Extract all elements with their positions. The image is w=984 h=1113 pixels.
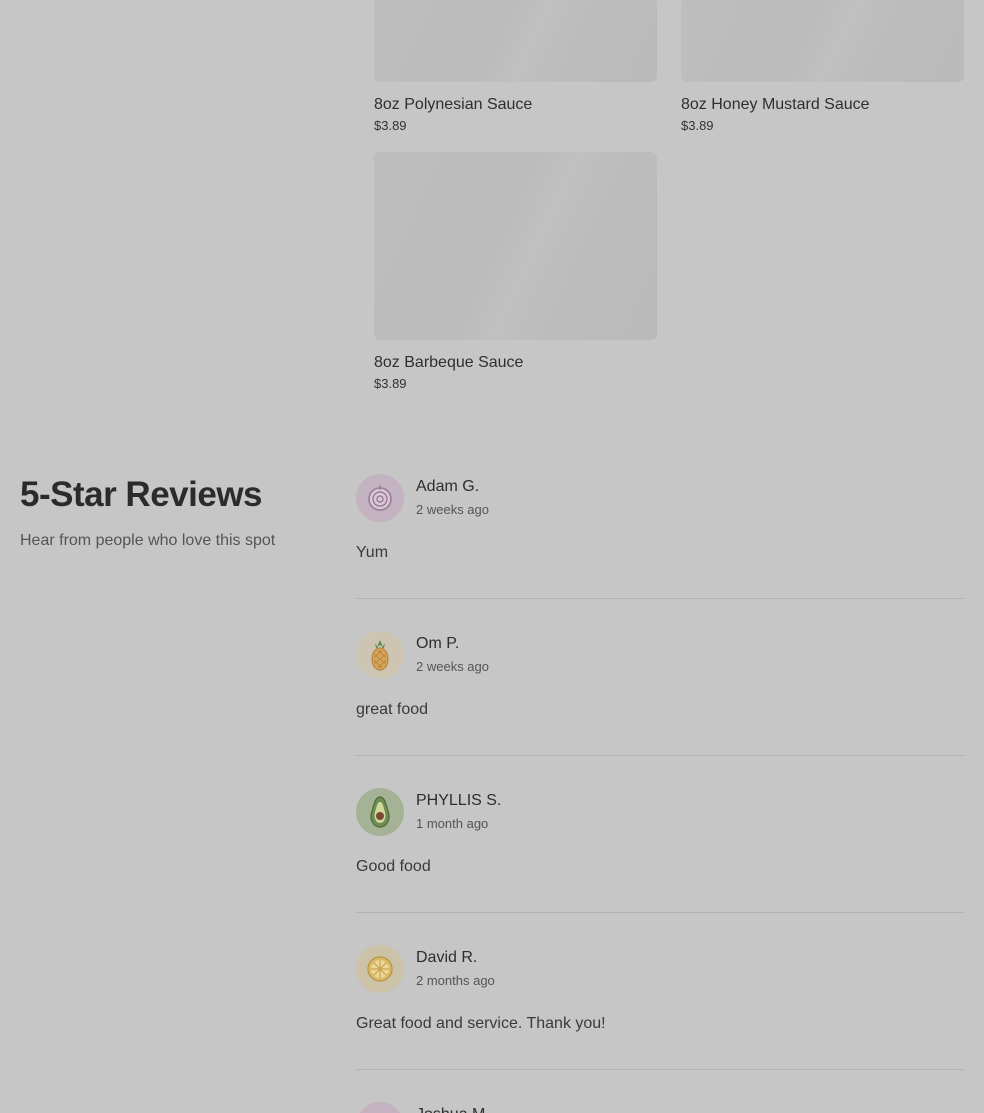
product-image[interactable] (681, 0, 964, 82)
product-price: $3.89 (681, 118, 714, 133)
product-card[interactable]: 8oz Barbeque Sauce $3.89 (374, 152, 658, 392)
review-time: 1 month ago (416, 816, 489, 831)
review-text: Yum (356, 544, 389, 561)
lemon-icon (367, 956, 393, 982)
divider (356, 755, 964, 756)
product-image[interactable] (374, 0, 657, 82)
reviewer-avatar (356, 1102, 404, 1113)
divider (356, 1069, 964, 1070)
page: 8oz Polynesian Sauce $3.89 8oz Honey Mus… (0, 0, 984, 1113)
divider (356, 912, 964, 913)
review-time: 2 weeks ago (416, 659, 489, 674)
review-item: PHYLLIS S. 1 month ago Good food (356, 788, 964, 945)
review-text: great food (356, 701, 429, 718)
product-price: $3.89 (374, 118, 407, 133)
reviewer-name: Adam G. (416, 478, 480, 495)
product-card[interactable]: 8oz Honey Mustard Sauce $3.89 (681, 0, 965, 134)
reviews-subtitle: Hear from people who love this spot (20, 532, 276, 549)
product-card[interactable]: 8oz Polynesian Sauce $3.89 (374, 0, 658, 134)
reviewer-name: Joshua M. (416, 1105, 490, 1113)
product-name[interactable]: 8oz Polynesian Sauce (374, 95, 658, 115)
review-time: 2 weeks ago (416, 502, 489, 517)
product-image[interactable] (374, 152, 657, 340)
review-item: Om P. 2 weeks ago great food (356, 631, 964, 788)
onion-icon (368, 485, 392, 511)
reviewer-avatar (356, 631, 404, 679)
reviewer-avatar (356, 788, 404, 836)
reviews-title: 5-Star Reviews (20, 475, 263, 514)
reviewer-avatar (356, 945, 404, 993)
product-price: $3.89 (374, 376, 407, 391)
pineapple-icon (371, 640, 389, 671)
reviewer-name: PHYLLIS S. (416, 792, 502, 809)
divider (356, 598, 964, 599)
review-text: Good food (356, 858, 431, 875)
reviewer-avatar (356, 474, 404, 522)
review-item: Joshua M. (356, 1102, 964, 1113)
reviewer-name: Om P. (416, 635, 460, 652)
review-item: Adam G. 2 weeks ago Yum (356, 474, 964, 631)
reviewer-name: David R. (416, 949, 478, 966)
avocado-icon (370, 796, 390, 828)
review-time: 2 months ago (416, 973, 495, 988)
review-text: Great food and service. Thank you! (356, 1015, 606, 1032)
product-name[interactable]: 8oz Barbeque Sauce (374, 353, 658, 373)
review-item: David R. 2 months ago Great food and ser… (356, 945, 964, 1102)
product-name[interactable]: 8oz Honey Mustard Sauce (681, 95, 965, 115)
